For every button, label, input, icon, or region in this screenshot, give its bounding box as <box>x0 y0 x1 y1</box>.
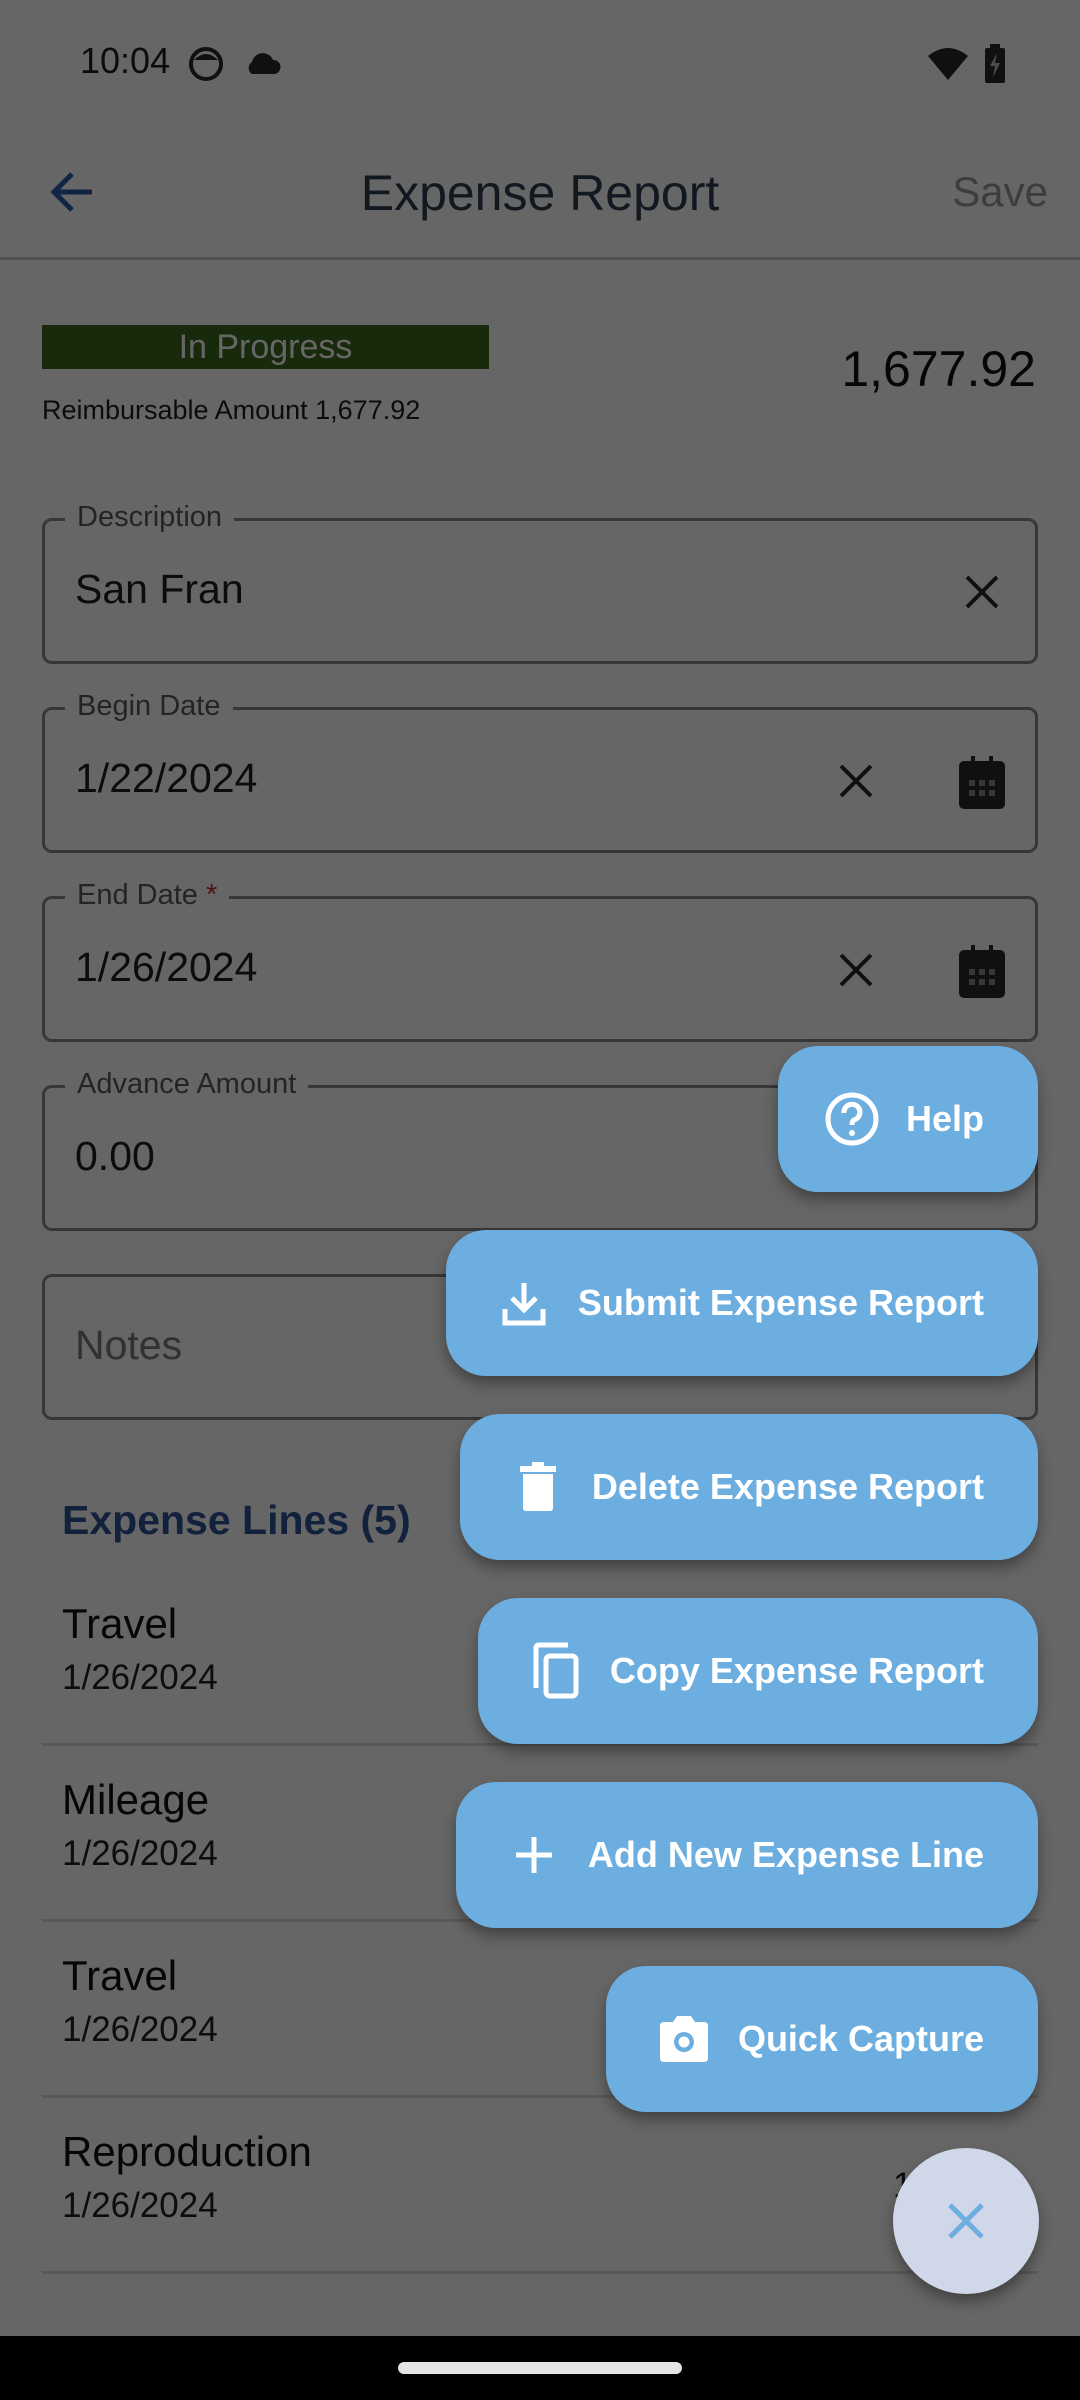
delete-label: Delete Expense Report <box>591 1466 984 1507</box>
trash-icon <box>510 1459 566 1515</box>
download-icon <box>496 1275 552 1331</box>
copy-expense-report-button[interactable]: Copy Expense Report <box>477 1598 1038 1744</box>
copy-label: Copy Expense Report <box>609 1650 984 1691</box>
home-gesture-handle[interactable] <box>398 2362 682 2374</box>
plus-icon <box>506 1827 562 1883</box>
help-label: Help <box>905 1098 984 1139</box>
expense-report-screen: 10:04 Expense Report Save In Progress Re… <box>0 0 1080 2336</box>
quick-capture-label: Quick Capture <box>737 2018 984 2059</box>
add-line-label: Add New Expense Line <box>587 1834 984 1875</box>
delete-expense-report-button[interactable]: Delete Expense Report <box>459 1414 1038 1560</box>
add-new-expense-line-button[interactable]: Add New Expense Line <box>455 1782 1038 1928</box>
system-navigation-bar <box>0 2336 1080 2400</box>
copy-icon <box>528 1642 584 1699</box>
close-icon <box>948 2203 984 2239</box>
submit-label: Submit Expense Report <box>577 1282 984 1323</box>
submit-expense-report-button[interactable]: Submit Expense Report <box>445 1230 1038 1376</box>
help-button[interactable]: Help <box>777 1046 1038 1192</box>
quick-capture-button[interactable]: Quick Capture <box>605 1966 1038 2112</box>
help-circle-icon <box>824 1091 880 1147</box>
close-speed-dial-button[interactable] <box>893 2148 1039 2294</box>
camera-icon <box>656 2011 712 2067</box>
